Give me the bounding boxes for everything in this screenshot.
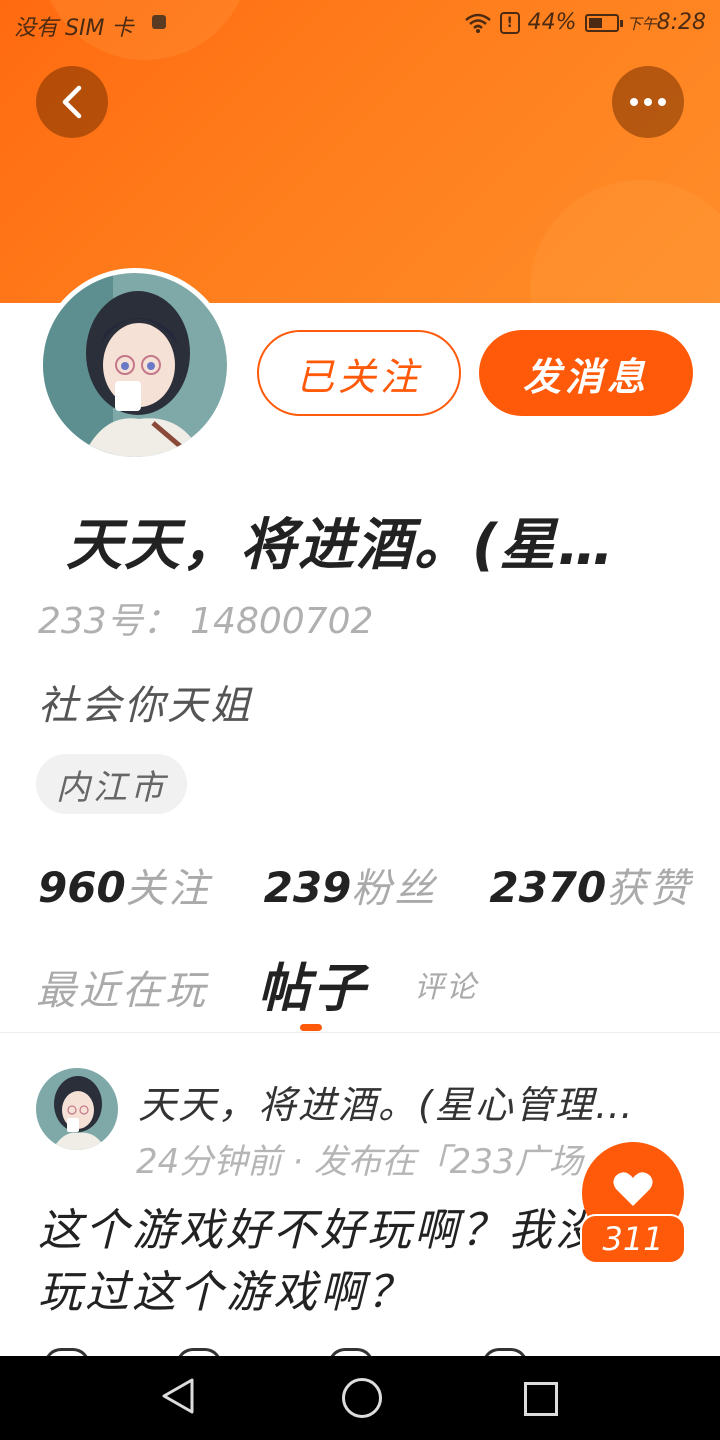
profile-bio: 社会你天姐 [38, 683, 253, 729]
stat-following[interactable]: 960 关注 [38, 856, 212, 914]
stat-number: 960 [38, 863, 126, 912]
avatar-image [43, 273, 227, 459]
back-button[interactable] [36, 66, 108, 138]
post-actions-peek [0, 1342, 720, 1365]
stat-label: 关注 [125, 866, 212, 912]
alert-icon: ! [499, 11, 520, 34]
stat-label: 粉丝 [351, 866, 438, 912]
profile-stats: 960 关注 239 粉丝 2370 获赞 [38, 856, 692, 914]
tab-posts[interactable]: 帖子 [258, 946, 368, 1021]
profile-tabs: 最近在玩 帖子 评论 [0, 944, 720, 1033]
user-id: 233号： 14800702 [38, 601, 374, 642]
stat-number: 2370 [489, 863, 607, 912]
system-navigation-bar [0, 1356, 720, 1440]
avatar-image [36, 1068, 118, 1150]
post-author-avatar[interactable] [36, 1068, 118, 1150]
profile-avatar[interactable] [38, 268, 232, 462]
stat-followers[interactable]: 239 粉丝 [264, 856, 438, 914]
send-message-button[interactable]: 发消息 [479, 330, 693, 416]
more-dots-icon [630, 98, 666, 106]
status-bar: 没有 SIM 卡 ! 44% 下午8:28 [0, 0, 720, 48]
chevron-left-icon [62, 85, 82, 119]
post-content[interactable]: 这个游戏好不好玩啊？我没有玩过这个游戏啊？ [38, 1200, 678, 1324]
battery-icon [584, 13, 623, 32]
tab-comments[interactable]: 评论 [414, 962, 478, 1006]
stat-likes: 2370 获赞 [489, 856, 692, 914]
post-author-name[interactable]: 天天，将进酒。(星心管理… [138, 1074, 686, 1129]
time-prefix: 下午 [626, 15, 657, 33]
more-options-button[interactable] [612, 66, 684, 138]
followed-button[interactable]: 已关注 [257, 330, 461, 416]
profile-nickname: 天天，将进酒。(星… [66, 513, 616, 578]
post-meta: 24分钟前 · 发布在「233广场 [136, 1142, 583, 1182]
nav-back-icon[interactable] [160, 1376, 196, 1416]
record-icon [152, 15, 166, 29]
wifi-icon [464, 13, 491, 33]
stat-number: 239 [263, 863, 352, 912]
carrier-text: 没有 SIM 卡 [14, 16, 134, 41]
location-tag: 内江市 [36, 754, 187, 814]
heart-icon [613, 1172, 653, 1206]
stat-label: 获赞 [606, 866, 693, 912]
nav-recent-apps-icon[interactable] [524, 1382, 558, 1416]
battery-percent: 44% [527, 10, 577, 35]
tab-recently-played[interactable]: 最近在玩 [36, 958, 208, 1016]
profile-header-banner: 没有 SIM 卡 ! 44% 下午8:28 [0, 0, 720, 303]
header-decoration [530, 180, 720, 303]
nav-home-icon[interactable] [342, 1378, 382, 1418]
like-count: 311 [580, 1214, 686, 1264]
clock: 8:28 [656, 10, 706, 35]
active-tab-indicator [300, 1024, 322, 1031]
